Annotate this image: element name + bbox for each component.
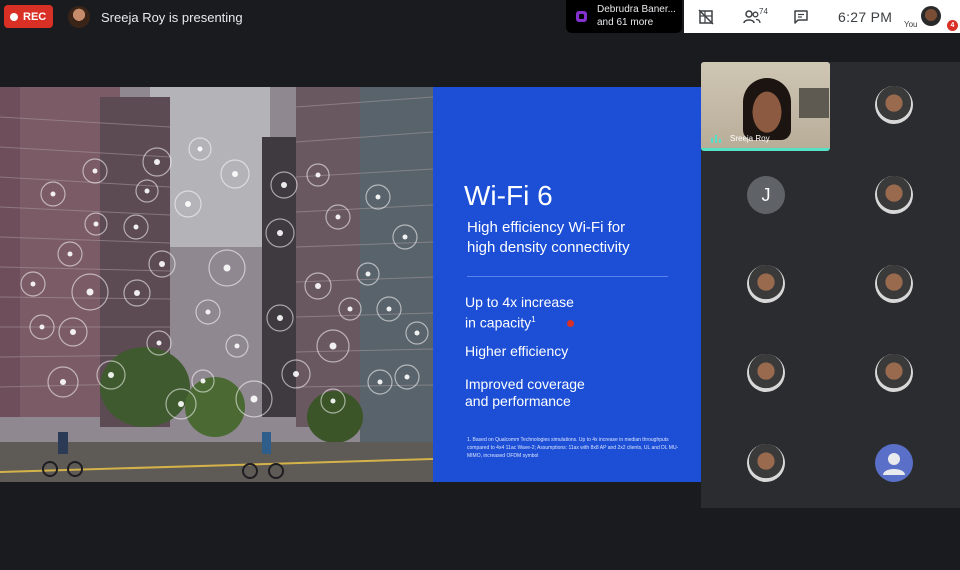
active-speaker-tile[interactable]: Sreeja Roy: [701, 62, 830, 151]
slide-footnote: 1. Based on Qualcomm Technologies simula…: [467, 437, 679, 459]
laser-pointer-dot: [567, 320, 574, 327]
slide-divider: [467, 276, 668, 277]
layout-toggle-button[interactable]: [695, 6, 717, 28]
participant-count-badge: 74: [759, 7, 768, 16]
rec-label: REC: [23, 10, 47, 23]
clock: 6:27 PM: [838, 9, 893, 25]
participant-avatar[interactable]: [875, 265, 913, 303]
slide-title: Wi-Fi 6: [464, 180, 553, 211]
presenter-status: Sreeja Roy is presenting: [101, 10, 243, 25]
slide-subtitle: High efficiency Wi-Fi for high density c…: [467, 219, 630, 256]
slide-bullet: Improved coverage and performance: [465, 376, 585, 409]
self-avatar[interactable]: [921, 6, 941, 26]
slide-bullet-text: Up to 4x increase in capacity: [465, 294, 574, 331]
default-user-icon: [883, 453, 905, 475]
participant-avatar[interactable]: J: [747, 176, 785, 214]
slide-bullet: Up to 4x increase in capacity1: [465, 294, 574, 332]
footnote-marker: 1: [531, 315, 536, 324]
chat-icon: [794, 10, 808, 24]
slide-text-panel: Wi-Fi 6 High efficiency Wi-Fi for high d…: [433, 87, 701, 482]
slide-bullet: Higher efficiency: [465, 343, 569, 359]
participant-avatar[interactable]: [747, 265, 785, 303]
grid-off-icon: [698, 9, 714, 25]
participant-avatar[interactable]: [875, 176, 913, 214]
city-photo-illustration: [0, 87, 433, 482]
participant-avatar[interactable]: [875, 354, 913, 392]
speaker-video: [743, 78, 791, 140]
record-dot-icon: [10, 12, 18, 21]
participant-avatar[interactable]: [747, 444, 785, 482]
self-view-label: You: [904, 20, 918, 29]
notification-badge: 4: [947, 20, 958, 31]
background-object: [799, 88, 829, 118]
recording-indicator: REC: [4, 5, 53, 28]
participant-avatar[interactable]: [875, 444, 913, 482]
slide-photo: [0, 87, 433, 482]
meeting-controls: [684, 0, 960, 33]
presentation-participant-name: Debrudra Baner...: [597, 4, 676, 15]
presentation-participants-pill[interactable]: Debrudra Baner... and 61 more: [566, 0, 682, 33]
participant-avatar[interactable]: [875, 86, 913, 124]
speaker-name: Sreeja Roy: [730, 134, 770, 143]
present-icon: [576, 11, 587, 22]
participant-avatar[interactable]: [747, 354, 785, 392]
presenter-avatar: [68, 6, 90, 28]
presentation-participant-more: and 61 more: [597, 17, 654, 28]
chat-button[interactable]: [790, 6, 812, 28]
audio-bars-icon: [711, 135, 723, 143]
